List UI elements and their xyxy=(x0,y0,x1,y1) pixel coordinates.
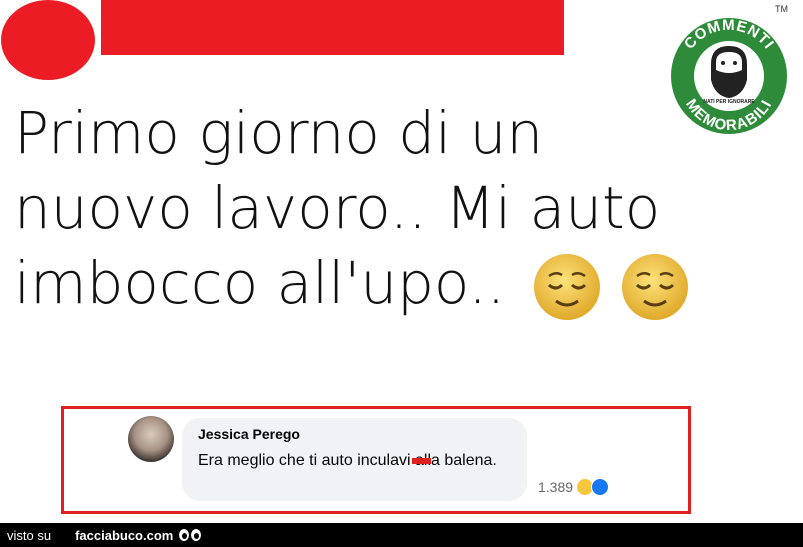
reactions[interactable]: 1.389 xyxy=(538,478,610,496)
post-line-3: imbocco all'upo.. xyxy=(14,246,794,322)
relieved-face-icon xyxy=(533,254,688,320)
like-icon xyxy=(591,478,610,496)
commenti-memorabili-logo: COMMENTI MEMORABILI NATI PER IGNORARE xyxy=(669,16,789,136)
bearded-face-icon xyxy=(711,46,747,98)
eyes-icon xyxy=(179,529,202,541)
redacted-name-bar xyxy=(101,0,564,55)
footer-bar: visto su facciabuco.com xyxy=(0,523,803,547)
redacted-avatar xyxy=(1,0,95,80)
redaction-mark xyxy=(412,458,431,464)
comment-author[interactable]: Jessica Perego xyxy=(198,426,300,442)
footer-site[interactable]: facciabuco.com xyxy=(75,528,173,543)
trademark: TM xyxy=(775,4,788,14)
post-line-3-text: imbocco all'upo.. xyxy=(14,249,506,317)
comment-text: Era meglio che ti auto inculavi alla bal… xyxy=(198,452,497,469)
reaction-count: 1.389 xyxy=(538,479,574,495)
footer-visto: visto su xyxy=(7,527,52,543)
badge-small-text: NATI PER IGNORARE xyxy=(703,99,755,105)
post-line-2: nuovo lavoro.. Mi auto xyxy=(14,174,661,242)
avatar[interactable] xyxy=(128,416,174,462)
